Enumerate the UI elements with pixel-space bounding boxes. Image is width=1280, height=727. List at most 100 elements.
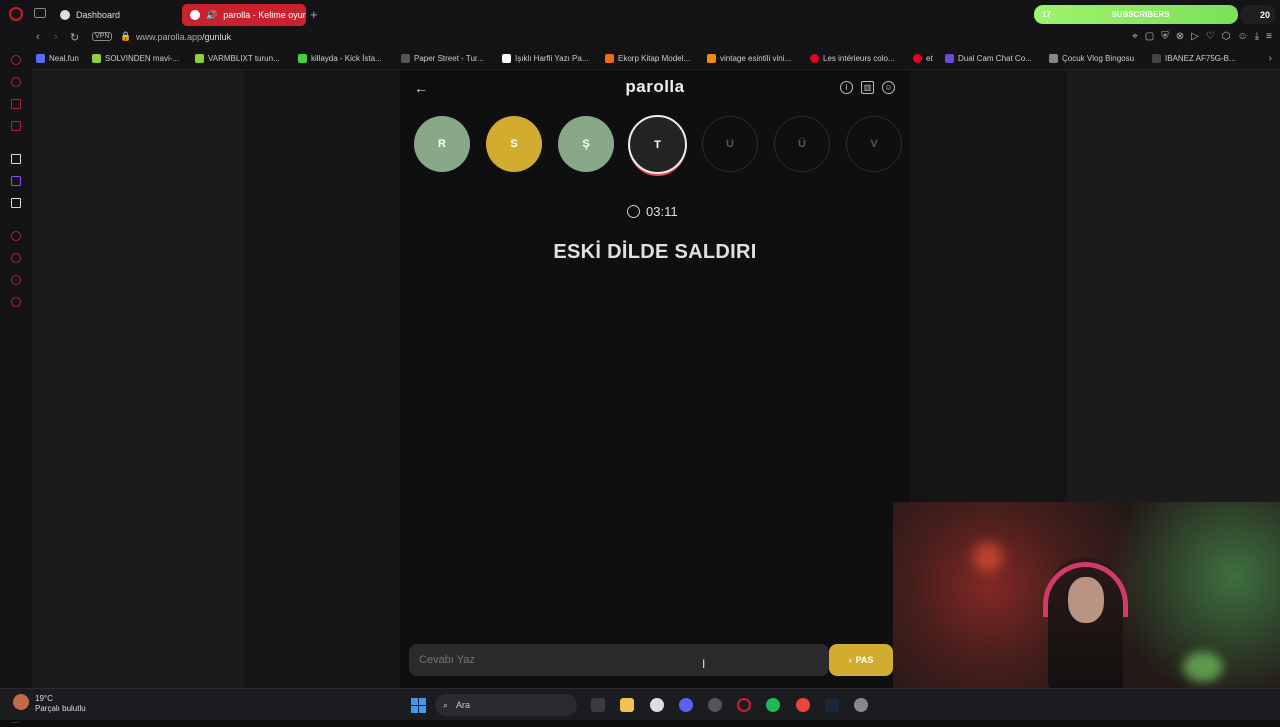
answer-input[interactable] bbox=[409, 644, 829, 676]
bookmark-item[interactable]: VARMBLIXT turun... bbox=[195, 54, 280, 63]
extensions-icon[interactable]: ⬡ bbox=[1222, 31, 1231, 42]
shield-icon[interactable]: ⛨ bbox=[1161, 31, 1169, 42]
clock-icon bbox=[627, 205, 640, 218]
sidebar-chat-icon[interactable] bbox=[11, 99, 21, 109]
letter-circle-passed: S bbox=[486, 116, 542, 172]
text-cursor-icon: I bbox=[702, 657, 706, 671]
bookmark-item[interactable]: vintage esintili vini... bbox=[707, 54, 791, 63]
toolbar-icons: ⌖ ▢ ⛨ ⊗ ▷ ♡ ⬡ ☺ ⤓ ≡ bbox=[1132, 31, 1272, 42]
bookmark-item[interactable]: Çocuk Vlog Bingosu bbox=[1049, 54, 1134, 63]
app-icon[interactable] bbox=[708, 698, 722, 712]
subscriber-label: SUBSCRIBERS bbox=[1111, 10, 1170, 19]
bookmark-favicon-icon bbox=[945, 54, 954, 63]
webcam-green-light bbox=[1183, 652, 1223, 682]
sidebar-aria-icon[interactable] bbox=[11, 55, 21, 65]
bookmark-item[interactable]: Paper Street - Tur... bbox=[401, 54, 484, 63]
sidebar-settings-icon[interactable] bbox=[11, 297, 21, 307]
screenshot-icon[interactable]: ▢ bbox=[1145, 31, 1154, 42]
subscriber-goal-bar: 17 SUBSCRIBERS bbox=[1034, 5, 1238, 24]
url-path: /gunluk bbox=[202, 32, 232, 42]
close-circle-icon[interactable]: ⊗ bbox=[1176, 31, 1184, 42]
sidebar-store-icon[interactable] bbox=[11, 77, 21, 87]
spotify-icon[interactable] bbox=[766, 698, 780, 712]
subscriber-goal: 20 bbox=[1240, 5, 1276, 24]
menu-icon[interactable]: ≡ bbox=[1266, 31, 1272, 42]
bookmark-item[interactable]: et bbox=[913, 54, 933, 63]
pass-button[interactable]: › PAS bbox=[829, 644, 893, 676]
bookmark-item[interactable]: Işıklı Harfli Yazı Pa... bbox=[502, 54, 589, 63]
tab-dashboard[interactable]: Dashboard bbox=[52, 4, 178, 26]
weather-widget[interactable]: 19°C Parçalı bulutlu bbox=[13, 694, 86, 714]
reload-icon[interactable]: ↻ bbox=[70, 31, 79, 44]
bookmark-favicon-icon bbox=[1049, 54, 1058, 63]
bookmark-item[interactable]: Ekorp Kitap Model... bbox=[605, 54, 690, 63]
vpn-badge[interactable]: VPN bbox=[92, 32, 113, 41]
sidebar-twitch-icon[interactable] bbox=[11, 176, 21, 186]
tab-parolla[interactable]: 🔊 parolla - Kelime oyunu bbox=[182, 4, 306, 26]
heart-icon[interactable]: ♡ bbox=[1206, 31, 1215, 42]
bookmark-favicon-icon bbox=[707, 54, 716, 63]
opera-gx-icon[interactable] bbox=[737, 698, 751, 712]
forward-nav-icon[interactable]: › bbox=[54, 31, 58, 43]
sidebar-history-icon[interactable] bbox=[11, 253, 21, 263]
bookmark-item[interactable]: Les intérieurs colo... bbox=[810, 54, 895, 63]
bookmark-favicon-icon bbox=[92, 54, 101, 63]
taskbar-search[interactable]: ⌕ Ara bbox=[435, 694, 577, 716]
back-nav-icon[interactable]: ‹ bbox=[36, 31, 40, 43]
bookmark-item[interactable]: Dual Cam Chat Co... bbox=[945, 54, 1032, 63]
download-icon[interactable]: ⤓ bbox=[1255, 31, 1259, 42]
sidebar-hotkeys-icon[interactable] bbox=[11, 275, 21, 285]
bookmark-favicon-icon bbox=[298, 54, 307, 63]
bookmark-item[interactable]: Neal.fun bbox=[36, 54, 79, 63]
weather-desc: Parçalı bulutlu bbox=[35, 704, 86, 713]
discord-icon[interactable] bbox=[679, 698, 693, 712]
bookmark-item[interactable]: SOLVINDEN mavi-... bbox=[92, 54, 179, 63]
sidebar-news-icon[interactable] bbox=[11, 121, 21, 131]
info-icon[interactable]: i bbox=[840, 81, 853, 94]
back-arrow-icon[interactable]: ← bbox=[414, 80, 428, 96]
chevron-right-icon: › bbox=[848, 655, 852, 665]
url-field[interactable]: www.parolla.app/gunluk bbox=[136, 32, 231, 42]
windows-start-icon[interactable] bbox=[411, 698, 426, 713]
play-icon[interactable]: ▷ bbox=[1191, 31, 1199, 42]
chrome-icon[interactable] bbox=[796, 698, 810, 712]
speaker-icon: 🔊 bbox=[206, 9, 218, 20]
letter-circle-pending: V bbox=[846, 116, 902, 172]
steam-icon[interactable] bbox=[825, 698, 839, 712]
timer-value: 03:11 bbox=[646, 204, 678, 219]
opera-logo-icon[interactable] bbox=[9, 7, 23, 21]
bookmark-item[interactable]: killayda - Kick İsta... bbox=[298, 54, 382, 63]
parolla-favicon-icon bbox=[190, 10, 200, 20]
settings-gear-icon[interactable] bbox=[854, 698, 868, 712]
bookmarks-more-icon[interactable]: › bbox=[1269, 53, 1272, 64]
sidebar-x-icon[interactable] bbox=[11, 198, 21, 208]
weather-icon bbox=[13, 694, 29, 710]
lock-icon[interactable]: 🔒 bbox=[120, 31, 131, 42]
subscriber-current: 17 bbox=[1042, 10, 1051, 19]
new-tab-button[interactable]: + bbox=[310, 7, 318, 22]
file-explorer-icon[interactable] bbox=[620, 698, 634, 712]
webcam-red-light bbox=[973, 542, 1003, 572]
question-text: ESKİ DİLDE SALDIRI bbox=[553, 241, 757, 263]
dashboard-favicon-icon bbox=[60, 10, 70, 20]
bookmark-favicon-icon bbox=[605, 54, 614, 63]
letter-circle-current: T bbox=[628, 115, 687, 174]
search-icon: ⌕ bbox=[443, 699, 449, 710]
sidebar-kick-icon[interactable] bbox=[11, 154, 21, 164]
sidebar-player-icon[interactable] bbox=[11, 231, 21, 241]
pin-icon[interactable]: ⌖ bbox=[1132, 31, 1138, 42]
steelseries-icon[interactable] bbox=[650, 698, 664, 712]
letter-circle-correct: Ş bbox=[558, 116, 614, 172]
stats-icon[interactable]: ▥ bbox=[861, 81, 874, 94]
browser-sidebar: GX ··· bbox=[0, 48, 32, 727]
letter-circle-pending: Ü bbox=[774, 116, 830, 172]
profile-icon[interactable]: ☺ bbox=[1238, 31, 1248, 42]
parolla-logo: parolla bbox=[625, 77, 685, 96]
tab-label: Dashboard bbox=[76, 10, 121, 20]
address-bar: ‹ › ↻ VPN 🔒 www.parolla.app/gunluk ⌖ ▢ ⛨… bbox=[0, 28, 1280, 48]
tab-overview-icon[interactable] bbox=[34, 8, 46, 18]
bookmark-favicon-icon bbox=[502, 54, 511, 63]
bookmark-item[interactable]: IBANEZ AF75G-B... bbox=[1152, 54, 1236, 63]
account-icon[interactable]: ☺ bbox=[882, 81, 895, 94]
task-view-icon[interactable] bbox=[591, 698, 605, 712]
